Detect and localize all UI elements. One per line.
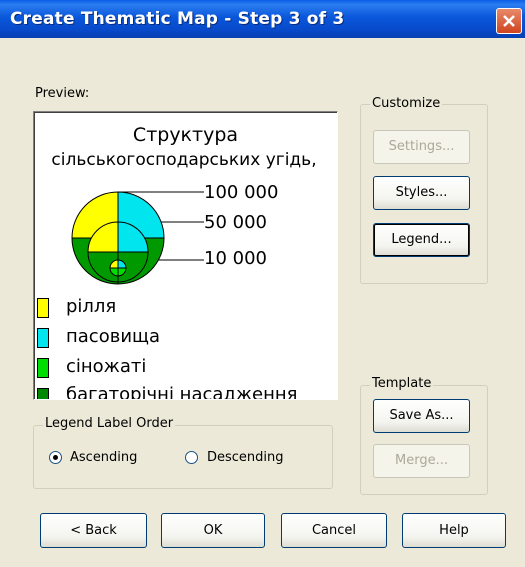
legend-label-order-label: Legend Label Order — [43, 416, 176, 431]
descending-radio[interactable] — [185, 451, 198, 464]
legend-swatch-yellow — [37, 298, 49, 318]
settings-button[interactable]: Settings... — [373, 130, 470, 164]
customize-group-label: Customize — [370, 96, 443, 111]
ok-button[interactable]: OK — [161, 513, 265, 548]
legend-item-label: пасовища — [66, 326, 160, 347]
size-label-large: 100 000 — [204, 182, 279, 203]
styles-button[interactable]: Styles... — [373, 176, 470, 210]
title-bar[interactable]: Create Thematic Map - Step 3 of 3 — [0, 0, 525, 38]
legend-swatch-cyan — [37, 328, 49, 348]
size-label-small: 10 000 — [204, 248, 267, 269]
ascending-radio[interactable] — [49, 451, 62, 464]
legend-item-label: багаторічні насадження — [66, 384, 298, 400]
cancel-button[interactable]: Cancel — [281, 513, 387, 548]
legend-item-label: рілля — [66, 296, 117, 317]
window-title: Create Thematic Map - Step 3 of 3 — [10, 9, 345, 29]
legend-swatch-dark-green — [37, 388, 49, 399]
ascending-label[interactable]: Ascending — [70, 450, 137, 465]
radio-selected-dot — [53, 455, 58, 460]
back-button[interactable]: < Back — [40, 513, 147, 548]
legend-preview: Структура сільськогосподарських угідь, 1… — [33, 111, 338, 400]
legend-swatch-green — [37, 358, 49, 378]
pie-small — [109, 259, 127, 277]
help-button[interactable]: Help — [402, 513, 506, 548]
legend-subtitle: сільськогосподарських угідь, — [51, 150, 317, 170]
merge-button[interactable]: Merge... — [373, 444, 470, 478]
create-thematic-map-dialog: Create Thematic Map - Step 3 of 3 Previe… — [0, 0, 525, 567]
descending-label[interactable]: Descending — [207, 450, 284, 465]
close-icon — [503, 15, 515, 27]
save-as-button[interactable]: Save As... — [373, 399, 470, 433]
proportional-pie-symbols — [71, 191, 204, 285]
legend-item-label: сіножаті — [66, 356, 147, 377]
size-label-medium: 50 000 — [204, 212, 267, 233]
legend-title: Структура — [132, 124, 239, 146]
preview-label: Preview: — [35, 86, 90, 101]
close-button[interactable] — [496, 8, 522, 34]
template-group-label: Template — [370, 376, 434, 391]
legend-button[interactable]: Legend... — [373, 223, 470, 257]
